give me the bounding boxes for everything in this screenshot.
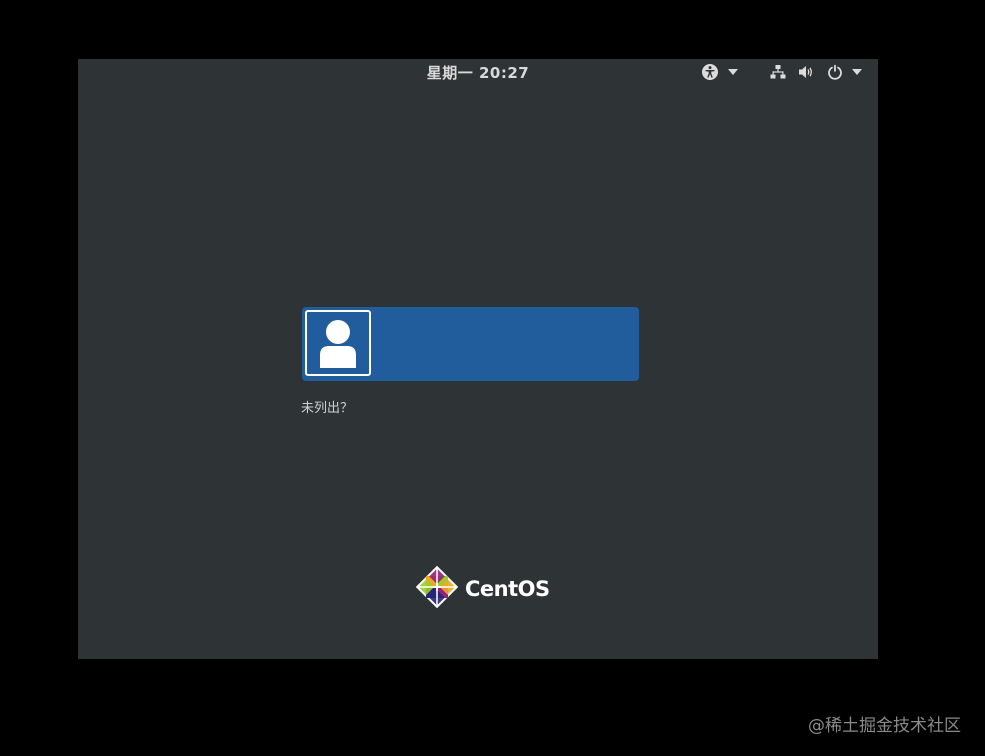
- power-icon: [827, 64, 843, 80]
- top-bar: 星期一 20:27: [78, 59, 878, 85]
- system-menu[interactable]: [770, 62, 862, 82]
- volume-icon: [798, 64, 814, 80]
- centos-wordmark: CentOS: [465, 577, 550, 601]
- user-avatar-icon: [305, 310, 371, 376]
- centos-emblem-icon: [415, 565, 459, 613]
- watermark-text: @稀土掘金技术社区: [808, 716, 961, 736]
- accessibility-menu[interactable]: [701, 62, 738, 82]
- login-screen: 星期一 20:27 未列出？ CentOS: [78, 59, 878, 659]
- clock[interactable]: 星期一 20:27: [78, 62, 878, 83]
- triangle-down-icon: [852, 69, 862, 75]
- accessibility-icon: [701, 63, 719, 81]
- not-listed-link[interactable]: 未列出？: [301, 397, 353, 416]
- centos-logo: CentOS: [415, 565, 550, 613]
- user-list-item[interactable]: [302, 307, 639, 381]
- triangle-down-icon: [728, 69, 738, 75]
- network-wired-icon: [770, 64, 786, 80]
